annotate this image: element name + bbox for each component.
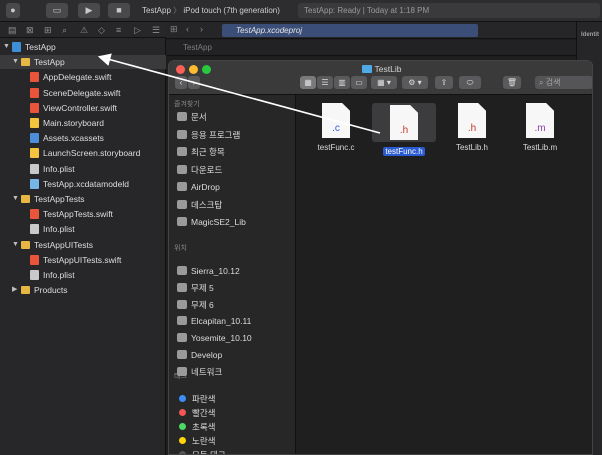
drag-arrow-line — [97, 53, 381, 134]
drag-arrow — [97, 53, 381, 134]
